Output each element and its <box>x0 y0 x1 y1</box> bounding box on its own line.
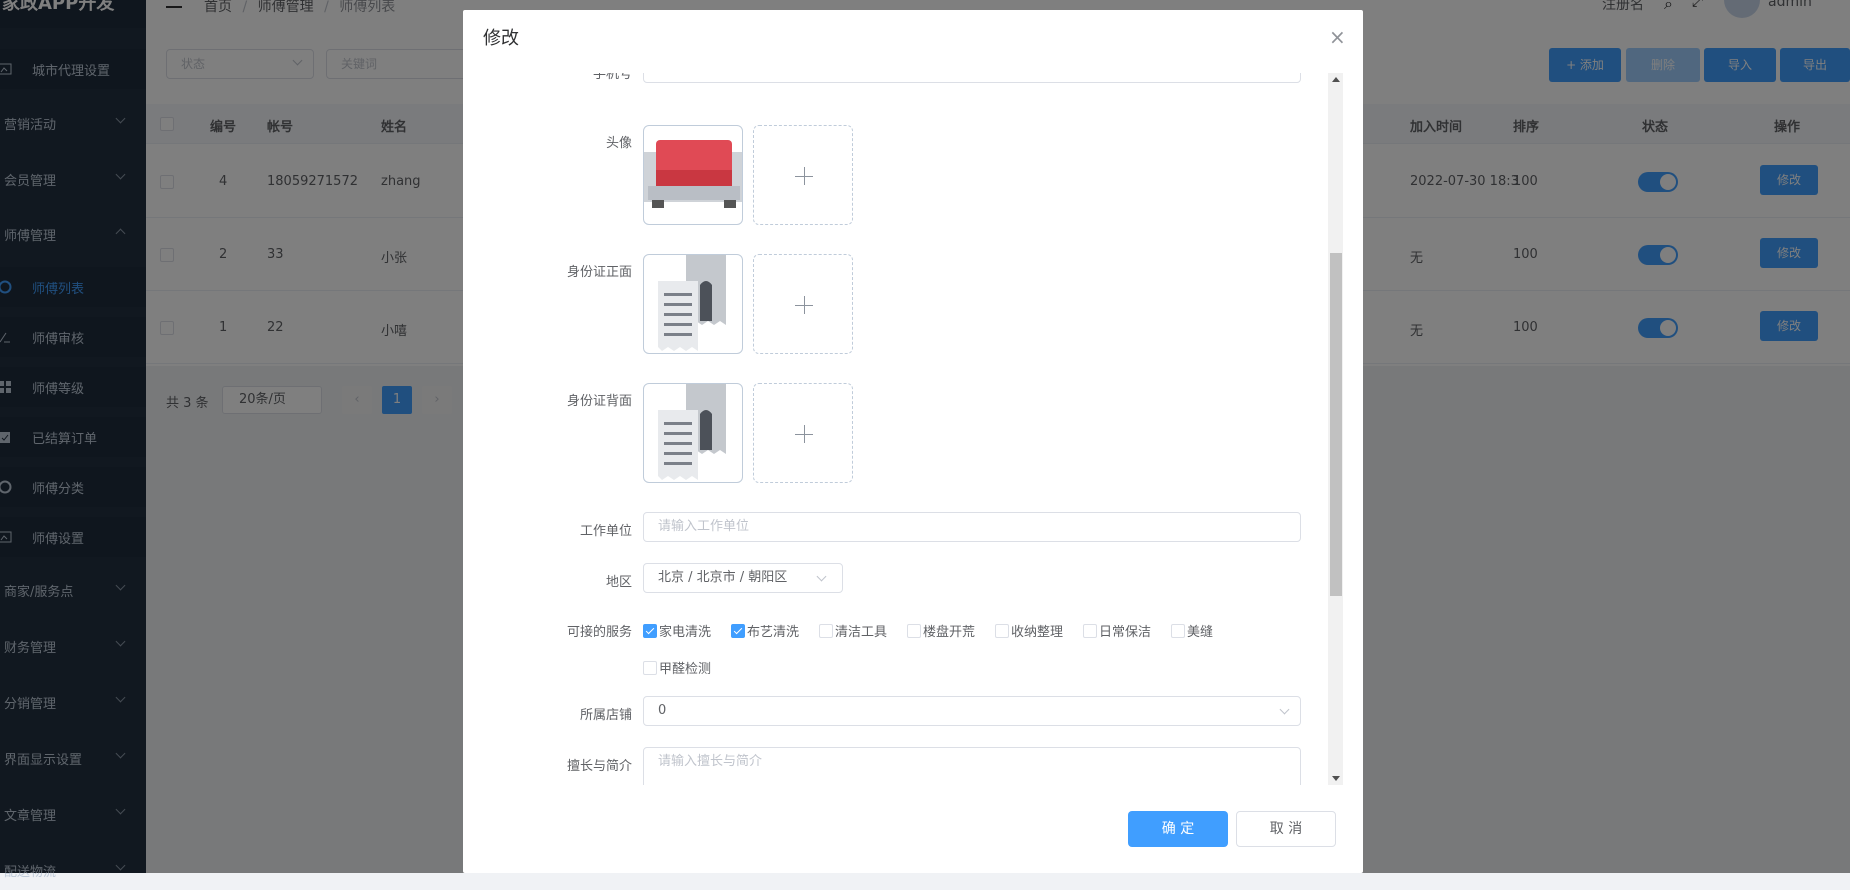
checkbox[interactable] <box>907 623 921 638</box>
close-icon[interactable]: × <box>1329 27 1346 47</box>
id-front-label: 身份证正面 <box>566 265 632 280</box>
id-back-image <box>643 383 743 483</box>
phone-label: 手机号 <box>592 73 632 82</box>
dialog-body: 手机号 1111 头像 身份证正面 <box>463 73 1363 785</box>
dialog-title: 修改 <box>483 28 519 49</box>
checkbox[interactable] <box>1083 623 1097 638</box>
checkbox[interactable] <box>1171 623 1185 638</box>
id-front-upload-button[interactable] <box>753 254 853 354</box>
checkbox[interactable] <box>643 660 657 675</box>
service-label: 甲醛检测 <box>659 662 712 677</box>
services-label: 可接的服务 <box>566 625 632 640</box>
phone-input[interactable]: 1111 <box>643 73 1301 83</box>
service-checkbox[interactable]: 清洁工具 <box>819 621 887 640</box>
id-back-upload-button[interactable] <box>753 383 853 483</box>
shop-label: 所属店铺 <box>579 708 632 723</box>
service-checkbox[interactable]: 美缝 <box>1171 621 1213 640</box>
avatar-label: 头像 <box>605 136 632 151</box>
scrollbar-thumb[interactable] <box>1330 253 1342 596</box>
id-front-image <box>643 254 743 354</box>
checkbox-checked[interactable] <box>643 623 657 638</box>
checkbox[interactable] <box>995 623 1009 638</box>
service-label: 收纳整理 <box>1011 625 1064 640</box>
service-checkbox[interactable]: 楼盘开荒 <box>907 621 975 640</box>
shop-select[interactable]: 0 <box>643 696 1301 726</box>
intro-textarea[interactable]: 请输入擅长与简介 <box>643 747 1301 785</box>
region-cascader[interactable]: 北京 / 北京市 / 朝阳区 <box>643 563 843 593</box>
service-checkbox[interactable]: 日常保洁 <box>1083 621 1151 640</box>
work-unit-label: 工作单位 <box>579 524 632 539</box>
service-label: 楼盘开荒 <box>923 625 976 640</box>
service-label: 美缝 <box>1187 625 1214 640</box>
edit-dialog: 修改 × 手机号 1111 头像 身份证正面 <box>463 10 1363 873</box>
scroll-down-icon[interactable] <box>1332 776 1340 781</box>
service-label: 布艺清洗 <box>747 625 800 640</box>
cancel-button[interactable]: 取 消 <box>1236 811 1336 847</box>
confirm-button[interactable]: 确 定 <box>1128 811 1228 847</box>
service-label: 日常保洁 <box>1099 625 1152 640</box>
intro-label: 擅长与简介 <box>566 759 632 774</box>
region-label: 地区 <box>605 575 632 590</box>
work-unit-input[interactable]: 请输入工作单位 <box>643 512 1301 542</box>
service-checkbox[interactable]: 甲醛检测 <box>643 658 711 677</box>
scroll-up-icon[interactable] <box>1332 77 1340 82</box>
service-label: 清洁工具 <box>835 625 888 640</box>
checkbox-checked[interactable] <box>731 623 745 638</box>
id-back-label: 身份证背面 <box>566 394 632 409</box>
avatar-image <box>643 125 743 225</box>
service-checkbox[interactable]: 布艺清洗 <box>731 621 799 640</box>
avatar-upload-button[interactable] <box>753 125 853 225</box>
service-checkbox[interactable]: 收纳整理 <box>995 621 1063 640</box>
dialog-scrollbar[interactable] <box>1328 73 1343 785</box>
service-label: 家电清洗 <box>659 625 712 640</box>
checkbox[interactable] <box>819 623 833 638</box>
service-checkbox[interactable]: 家电清洗 <box>643 621 711 640</box>
